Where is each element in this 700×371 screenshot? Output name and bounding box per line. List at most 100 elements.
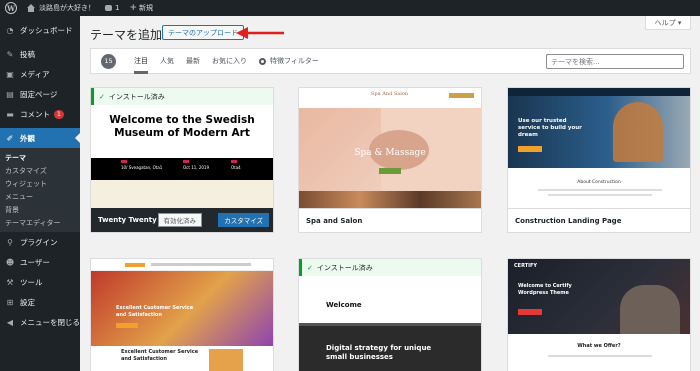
menu-label: 設定 bbox=[20, 297, 35, 307]
customer-service-hero-text: Excellent Customer Service and Satisfact… bbox=[116, 305, 194, 318]
menu-label: コメント bbox=[20, 109, 50, 119]
menu-label: ツール bbox=[20, 277, 43, 287]
plugin-icon: ⚲ bbox=[7, 237, 13, 247]
submenu-menus[interactable]: メニュー bbox=[0, 190, 80, 203]
menu-tools[interactable]: ⚒ ツール bbox=[0, 272, 80, 292]
wordpress-logo-icon: W bbox=[5, 2, 17, 14]
activated-button[interactable]: 有効化済み bbox=[157, 213, 202, 227]
appearance-submenu: テーマ カスタマイズ ウィジェット メニュー 背景 テーマエディター bbox=[0, 148, 80, 232]
help-tab[interactable]: ヘルプ ▾ bbox=[645, 16, 691, 30]
theme-card-customer-service[interactable]: Excellent Customer Service and Satisfact… bbox=[90, 258, 274, 371]
installed-notice: ✓ インストール済み bbox=[299, 259, 481, 276]
menu-dashboard[interactable]: ◔ ダッシュボード bbox=[0, 20, 80, 40]
brush-icon: ✐ bbox=[6, 133, 14, 143]
media-icon: ▣ bbox=[6, 69, 14, 79]
certify-section-label: What we Offer? bbox=[577, 343, 621, 349]
submenu-customize[interactable]: カスタマイズ bbox=[0, 164, 80, 177]
menu-label: 投稿 bbox=[20, 49, 35, 59]
menu-plugins[interactable]: ⚲ プラグイン bbox=[0, 232, 80, 252]
menu-pages[interactable]: ▤ 固定ページ bbox=[0, 84, 80, 104]
menu-collapse[interactable]: ◀ メニューを閉じる bbox=[0, 312, 80, 332]
site-name-link[interactable]: 淡路島が大好き！ bbox=[22, 0, 100, 16]
theme-footer: Spa and Salon bbox=[299, 208, 481, 232]
spa-hero-text: Spa & Massage bbox=[354, 148, 426, 158]
wrench-icon: ⚒ bbox=[6, 277, 14, 287]
certify-hero-image: CERTIFY Welcome to Certify Wordpress The… bbox=[508, 259, 690, 334]
theme-card-agency[interactable]: ✓ インストール済み Welcome Digital strategy for … bbox=[298, 258, 482, 371]
pointer-arrow bbox=[236, 27, 284, 39]
admin-side-menu: ◔ ダッシュボード ✎ 投稿 ▣ メディア ▤ 固定ページ ▬ コメント 1 ✐… bbox=[0, 16, 80, 371]
menu-label: メディア bbox=[20, 69, 50, 79]
page-title: テーマを追加 bbox=[90, 28, 163, 42]
screenshot-detail: Ota4 bbox=[231, 165, 241, 170]
submenu-theme-editor[interactable]: テーマエディター bbox=[0, 216, 80, 229]
gear-icon bbox=[259, 57, 266, 65]
dashboard-icon: ◔ bbox=[6, 25, 14, 35]
admin-bar: W 淡路島が大好き！ 1 + 新規 bbox=[0, 0, 700, 16]
theme-card-spa-and-salon[interactable]: Spa And Salon Spa & Massage Spa and Salo… bbox=[298, 87, 482, 233]
theme-footer: Twenty Twenty 有効化済み カスタマイズ bbox=[91, 208, 273, 232]
menu-settings[interactable]: ⊞ 設定 bbox=[0, 292, 80, 312]
submenu-widgets[interactable]: ウィジェット bbox=[0, 177, 80, 190]
theme-search-input[interactable] bbox=[546, 54, 684, 69]
theme-name: Spa and Salon bbox=[306, 216, 363, 225]
installed-label: インストール済み bbox=[316, 263, 373, 272]
agency-hero-text: Welcome bbox=[326, 301, 362, 309]
check-icon: ✓ bbox=[307, 263, 313, 272]
screenshot-detail: Oct 11, 2019 bbox=[183, 165, 209, 170]
upload-theme-button[interactable]: テーマのアップロード bbox=[162, 25, 244, 40]
site-name-label: 淡路島が大好き！ bbox=[39, 4, 95, 12]
menu-label: 外観 bbox=[20, 133, 35, 143]
menu-users[interactable]: ☻ ユーザー bbox=[0, 252, 80, 272]
theme-name: Construction Landing Page bbox=[515, 216, 622, 225]
certify-brand: CERTIFY bbox=[514, 263, 538, 269]
submenu-themes[interactable]: テーマ bbox=[0, 151, 80, 164]
comment-count-badge: 1 bbox=[54, 109, 64, 119]
tab-featured[interactable]: 注目 bbox=[134, 48, 148, 74]
construction-section-label: About Construction bbox=[577, 180, 621, 185]
comment-icon: ▬ bbox=[6, 109, 14, 119]
tab-favorites[interactable]: お気に入り bbox=[212, 48, 247, 74]
menu-label: 固定ページ bbox=[20, 89, 58, 99]
theme-screenshot-band bbox=[91, 158, 273, 180]
new-content-link[interactable]: + 新規 bbox=[124, 0, 158, 16]
tab-popular[interactable]: 人気 bbox=[160, 48, 174, 74]
theme-screenshot-heading: Welcome to the Swedish Museum of Modern … bbox=[109, 114, 255, 139]
menu-label: ダッシュボード bbox=[20, 25, 73, 35]
feature-filter-label: 特徴フィルター bbox=[270, 57, 319, 65]
new-label: 新規 bbox=[139, 4, 154, 12]
menu-appearance[interactable]: ✐ 外観 bbox=[0, 128, 80, 148]
spa-header: Spa And Salon bbox=[299, 88, 481, 108]
theme-name: Twenty Twenty bbox=[98, 216, 157, 224]
theme-footer: Construction Landing Page bbox=[508, 208, 690, 232]
certify-hero-text: Welcome to Certify Wordpress Theme bbox=[518, 283, 572, 296]
menu-comments[interactable]: ▬ コメント 1 bbox=[0, 104, 80, 124]
agency-sub-text: Digital strategy for unique small busine… bbox=[326, 344, 432, 361]
wordpress-logo-button[interactable]: W bbox=[0, 0, 22, 16]
tab-latest[interactable]: 最新 bbox=[186, 48, 200, 74]
menu-posts[interactable]: ✎ 投稿 bbox=[0, 44, 80, 64]
theme-filter-bar: 15 注目 人気 最新 お気に入り 特徴フィルター bbox=[90, 48, 691, 74]
customize-button[interactable]: カスタマイズ bbox=[218, 213, 269, 227]
submenu-background[interactable]: 背景 bbox=[0, 203, 80, 216]
theme-card-certify[interactable]: CERTIFY Welcome to Certify Wordpress The… bbox=[507, 258, 691, 371]
user-icon: ☻ bbox=[5, 257, 15, 267]
feature-filter-button[interactable]: 特徴フィルター bbox=[259, 56, 319, 66]
customer-service-hero-image: Excellent Customer Service and Satisfact… bbox=[91, 271, 273, 346]
comment-bubble-icon bbox=[105, 5, 112, 11]
comments-link[interactable]: 1 bbox=[100, 0, 124, 16]
menu-media[interactable]: ▣ メディア bbox=[0, 64, 80, 84]
home-icon bbox=[27, 4, 35, 12]
theme-count-badge: 15 bbox=[101, 53, 116, 69]
comments-count: 1 bbox=[115, 4, 120, 12]
spa-brand: Spa And Salon bbox=[371, 91, 409, 97]
menu-label: メニューを閉じる bbox=[20, 317, 80, 327]
theme-card-twenty-twenty[interactable]: ✓ インストール済み Welcome to the Swedish Museum… bbox=[90, 87, 274, 233]
menu-label: ユーザー bbox=[20, 257, 50, 267]
installed-label: インストール済み bbox=[108, 92, 165, 101]
construction-hero-image: Use our trusted service to build your dr… bbox=[508, 88, 690, 168]
plus-icon: + bbox=[129, 3, 138, 13]
settings-icon: ⊞ bbox=[6, 297, 14, 307]
theme-card-construction-landing-page[interactable]: Use our trusted service to build your dr… bbox=[507, 87, 691, 233]
construction-hero-text: Use our trusted service to build your dr… bbox=[518, 118, 582, 138]
